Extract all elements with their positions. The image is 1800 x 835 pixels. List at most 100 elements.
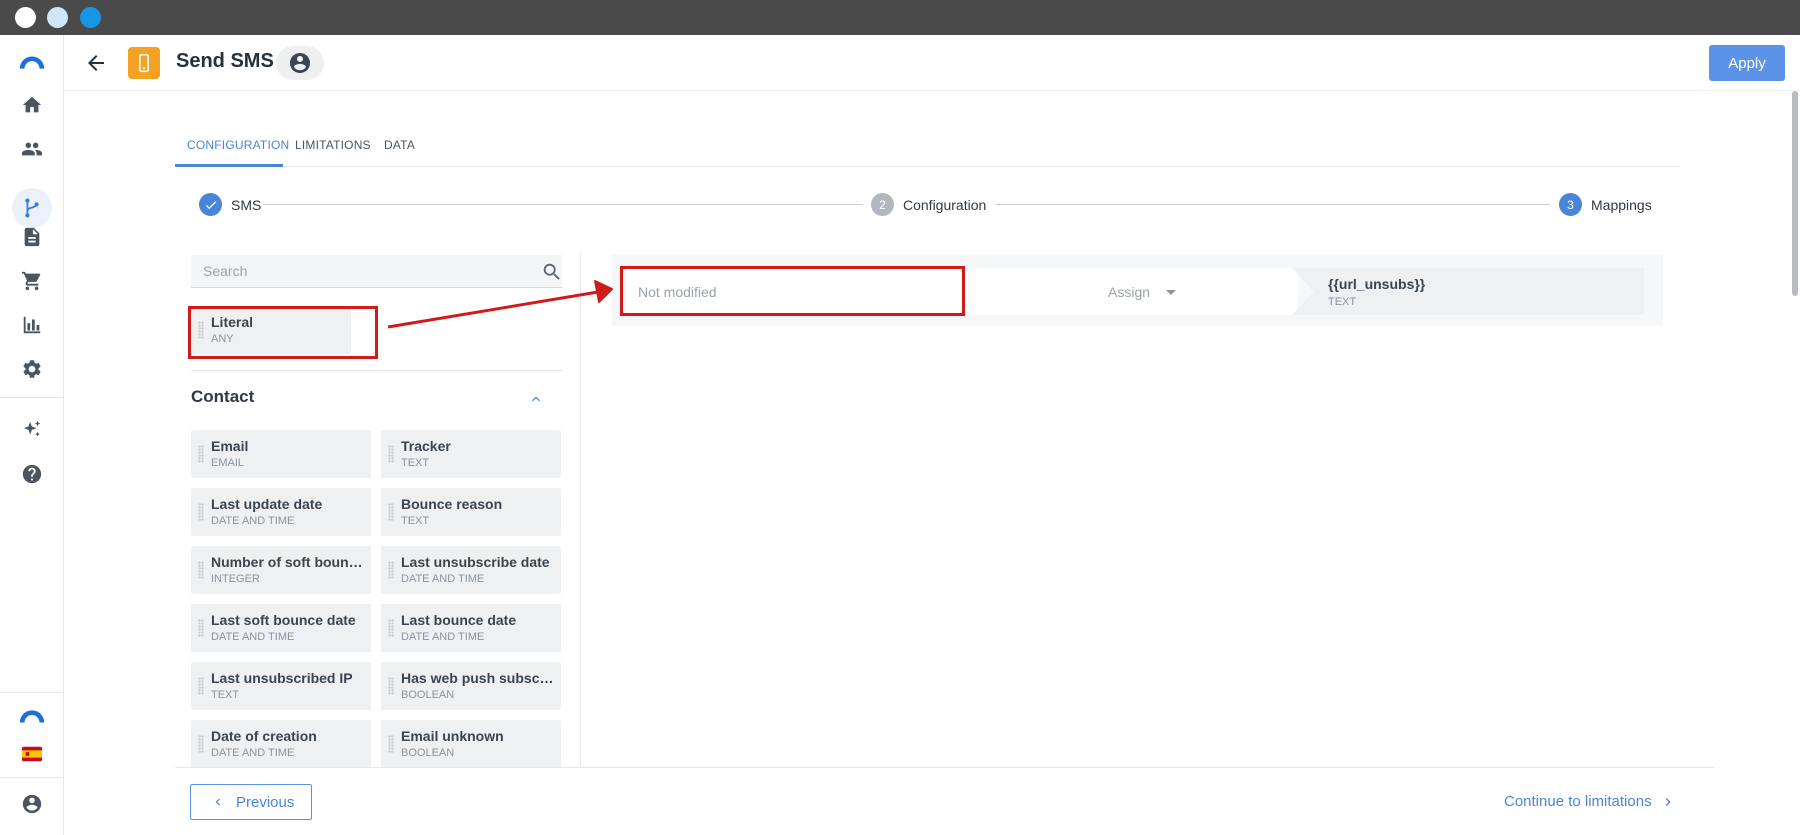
field-name: Date of creation <box>211 728 317 744</box>
field-card[interactable]: Tracker TEXT <box>381 430 561 478</box>
step-label-sms[interactable]: SMS <box>231 197 261 213</box>
mapping-target: {{url_unsubs}} TEXT <box>1292 268 1644 315</box>
field-name: Email <box>211 438 249 454</box>
search-input[interactable] <box>203 263 523 279</box>
flag-es-icon[interactable] <box>16 738 48 770</box>
check-icon <box>205 200 216 209</box>
step-connector <box>995 204 1550 205</box>
chart-icon[interactable] <box>16 309 48 341</box>
sidebar-divider <box>0 397 64 398</box>
step-label-mappings[interactable]: Mappings <box>1591 197 1652 213</box>
previous-label: Previous <box>236 794 295 811</box>
continue-link[interactable]: Continue to limitations <box>1504 793 1652 810</box>
drag-handle-icon[interactable] <box>388 561 394 579</box>
sms-app-badge <box>128 47 160 79</box>
sidebar <box>0 35 64 835</box>
step-connector <box>263 204 863 205</box>
footer-divider <box>175 767 1715 768</box>
chevron-right-icon[interactable] <box>1660 794 1676 810</box>
field-name: Last bounce date <box>401 612 517 628</box>
field-card[interactable]: Last unsubscribe date DATE AND TIME <box>381 546 561 594</box>
drag-handle-icon[interactable] <box>388 503 394 521</box>
drag-handle-icon[interactable] <box>198 445 204 463</box>
owner-button[interactable] <box>276 46 324 80</box>
drag-handle-icon[interactable] <box>198 561 204 579</box>
field-type: DATE AND TIME <box>211 631 295 643</box>
contacts-icon[interactable] <box>16 133 48 165</box>
field-card[interactable]: Has web push subscrip… BOOLEAN <box>381 662 561 710</box>
section-title-contact: Contact <box>191 387 255 406</box>
target-variable-type: TEXT <box>1328 296 1357 308</box>
operator-value: Assign <box>1108 284 1151 300</box>
field-type: DATE AND TIME <box>401 631 485 643</box>
drag-handle-icon[interactable] <box>388 445 394 463</box>
home-icon[interactable] <box>16 89 48 121</box>
field-type: BOOLEAN <box>401 747 455 759</box>
field-name: Last unsubscribe date <box>401 554 550 570</box>
field-card[interactable]: Bounce reason TEXT <box>381 488 561 536</box>
field-type: DATE AND TIME <box>401 573 485 585</box>
scrollbar-thumb[interactable] <box>1792 91 1798 296</box>
tab-configuration[interactable]: CONFIGURATION <box>187 138 289 152</box>
field-card[interactable]: Email EMAIL <box>191 430 371 478</box>
sidebar-divider <box>0 692 64 693</box>
field-name: Has web push subscrip… <box>401 670 556 686</box>
window-minimize-control[interactable] <box>47 7 68 28</box>
step-3-number[interactable]: 3 <box>1559 193 1582 216</box>
stepper: SMS 2 Configuration 3 Mappings <box>199 190 1652 218</box>
drag-handle-icon[interactable] <box>388 619 394 637</box>
operator-select[interactable]: Assign <box>968 268 1298 315</box>
step-label-configuration[interactable]: Configuration <box>903 197 986 213</box>
annotation-highlight-source <box>620 266 965 316</box>
field-card[interactable]: Number of soft bounces INTEGER <box>191 546 371 594</box>
apply-button[interactable]: Apply <box>1709 45 1785 81</box>
drag-handle-icon[interactable] <box>388 677 394 695</box>
field-type: BOOLEAN <box>401 689 455 701</box>
cart-icon[interactable] <box>16 265 48 297</box>
field-name: Number of soft bounces <box>211 554 366 570</box>
field-type: DATE AND TIME <box>211 515 295 527</box>
account-circle-icon <box>290 53 310 73</box>
caret-down-icon <box>1166 290 1176 295</box>
step-1-complete[interactable] <box>199 193 222 216</box>
field-type: EMAIL <box>211 457 245 469</box>
help-icon[interactable] <box>16 458 48 490</box>
field-card[interactable]: Last soft bounce date DATE AND TIME <box>191 604 371 652</box>
window-close-control[interactable] <box>15 7 36 28</box>
chevron-up-icon[interactable] <box>528 391 544 407</box>
search-field[interactable] <box>191 255 562 288</box>
field-card[interactable]: Email unknown BOOLEAN <box>381 720 561 767</box>
divider <box>191 370 562 371</box>
field-card[interactable]: Last bounce date DATE AND TIME <box>381 604 561 652</box>
drag-handle-icon[interactable] <box>198 503 204 521</box>
field-type: TEXT <box>401 457 430 469</box>
field-card[interactable]: Date of creation DATE AND TIME <box>191 720 371 767</box>
user-account-icon[interactable] <box>16 788 48 820</box>
gear-icon[interactable] <box>16 353 48 385</box>
step-2-number[interactable]: 2 <box>871 193 894 216</box>
drag-handle-icon[interactable] <box>198 735 204 753</box>
drag-handle-icon[interactable] <box>198 619 204 637</box>
brand-icon[interactable] <box>16 699 48 731</box>
field-name: Last unsubscribed IP <box>211 670 353 686</box>
field-card[interactable]: Last unsubscribed IP TEXT <box>191 662 371 710</box>
sparkle-icon[interactable] <box>16 414 48 446</box>
app-header: Send SMS Apply <box>64 35 1800 91</box>
search-icon[interactable] <box>541 261 563 283</box>
back-button[interactable] <box>84 51 108 75</box>
tab-data[interactable]: DATA <box>384 138 415 152</box>
tab-limitations[interactable]: LIMITATIONS <box>295 138 371 152</box>
field-type: TEXT <box>401 515 430 527</box>
field-name: Tracker <box>401 438 451 454</box>
field-name: Last update date <box>211 496 323 512</box>
page-title: Send SMS <box>176 50 274 72</box>
drag-handle-icon[interactable] <box>198 677 204 695</box>
annotation-highlight-literal <box>188 306 378 359</box>
document-icon[interactable] <box>16 221 48 253</box>
window-maximize-control[interactable] <box>80 7 101 28</box>
logo-icon[interactable] <box>16 47 48 79</box>
drag-handle-icon[interactable] <box>388 735 394 753</box>
field-card[interactable]: Last update date DATE AND TIME <box>191 488 371 536</box>
previous-button[interactable]: Previous <box>190 784 312 820</box>
chevron-left-icon <box>215 798 220 806</box>
